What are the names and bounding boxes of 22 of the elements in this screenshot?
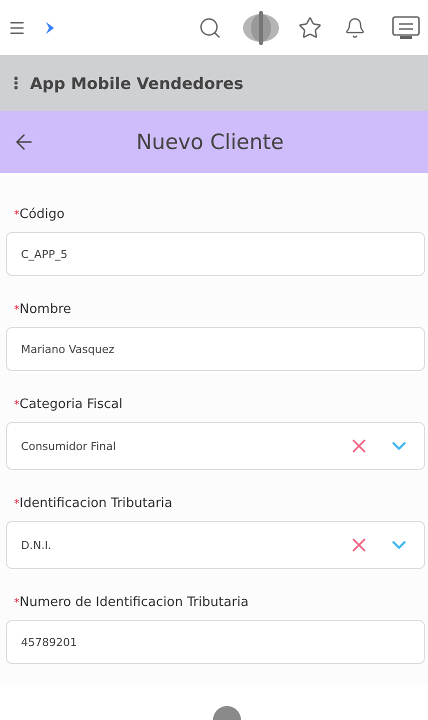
app-title: App Mobile Vendedores (30, 74, 244, 92)
avatar-icon[interactable] (242, 8, 280, 46)
select-value: D.N.I. (21, 538, 52, 552)
select-value: Consumidor Final (21, 440, 117, 452)
input-field[interactable]: 45789201 (6, 620, 425, 664)
required-mark: * (14, 398, 20, 411)
home-button[interactable] (213, 706, 241, 720)
field-label: Numero de Identificacion Tributaria (20, 595, 249, 610)
field-label: Código (20, 207, 65, 222)
select-field[interactable]: D.N.I. (6, 521, 425, 569)
required-mark: * (14, 208, 20, 221)
monitor-settings-icon[interactable] (392, 14, 420, 40)
field-label: Categoria Fiscal (20, 397, 123, 412)
required-mark: * (14, 497, 20, 510)
required-mark: * (14, 596, 20, 609)
field-label: Identificacion Tributaria (20, 496, 172, 511)
input-field[interactable]: C_APP_5 (6, 232, 425, 276)
field-label: Nombre (20, 302, 72, 317)
required-mark: * (14, 303, 20, 316)
page-title: Nuevo Cliente (135, 130, 285, 154)
input-field[interactable]: Mariano Vasquez (6, 327, 425, 371)
select-field[interactable]: Consumidor Final (6, 422, 425, 470)
